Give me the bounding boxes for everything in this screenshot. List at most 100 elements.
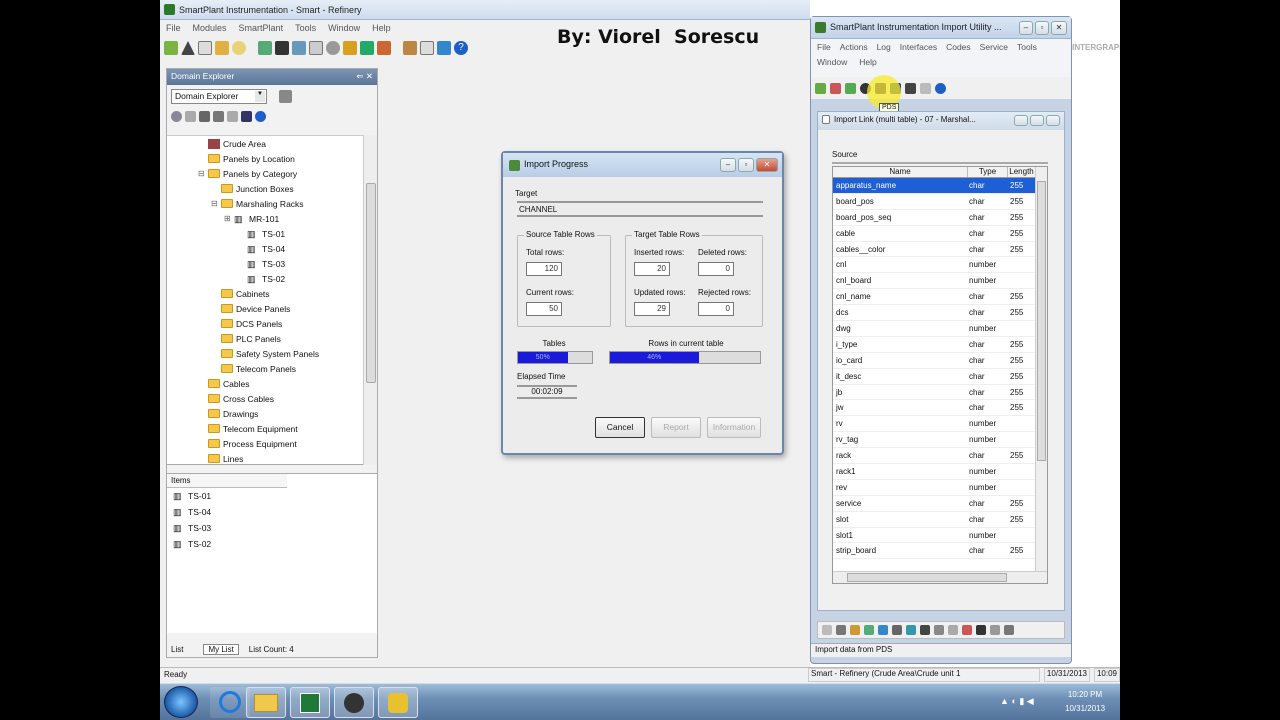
table-row[interactable]: rv_tag number — [833, 432, 1047, 449]
table-row[interactable]: board_pos char 255 — [833, 194, 1047, 210]
clipboard-icon[interactable] — [420, 41, 434, 55]
grid-vscroll[interactable] — [1035, 167, 1047, 571]
bottom-tool-icon[interactable] — [990, 625, 1000, 635]
iu-menu-codes[interactable]: Codes — [946, 42, 971, 52]
table-row[interactable]: io_card char 255 — [833, 353, 1047, 369]
ie-taskbar-icon[interactable] — [210, 687, 250, 718]
tree-scrollbar[interactable] — [363, 135, 377, 465]
col-length-header[interactable]: Length — [1007, 167, 1035, 177]
link-close-button[interactable] — [1046, 115, 1060, 126]
open-icon[interactable] — [815, 82, 826, 94]
table-row[interactable]: cables__color char 255 — [833, 242, 1047, 258]
tree-node[interactable]: Cables — [167, 376, 363, 391]
tree-node[interactable]: ▥ TS-02 — [167, 271, 363, 286]
book-icon[interactable] — [830, 82, 841, 94]
cancel-button[interactable]: Cancel — [595, 417, 645, 438]
explorer-dropdown[interactable]: Domain Explorer ▼ — [171, 89, 267, 104]
properties-icon[interactable] — [279, 90, 292, 103]
grid-icon[interactable] — [198, 41, 212, 55]
arrow-icon[interactable] — [360, 41, 374, 55]
bottom-tool-icon[interactable] — [962, 625, 972, 635]
iu-menu-window[interactable]: Window — [817, 57, 847, 67]
table-row[interactable]: i_type char 255 — [833, 337, 1047, 353]
upload-icon[interactable] — [181, 41, 195, 55]
bottom-tool-icon[interactable] — [836, 625, 846, 635]
menu-modules[interactable]: Modules — [193, 23, 227, 34]
iu-menu-file[interactable]: File — [817, 42, 831, 52]
tree-node[interactable]: ⊟ Marshaling Racks — [167, 196, 363, 211]
report-button[interactable]: Report — [651, 417, 701, 438]
tree-node[interactable]: Safety System Panels — [167, 346, 363, 361]
refresh-icon[interactable] — [292, 41, 306, 55]
list-item[interactable]: ▥ TS-04 — [167, 504, 377, 520]
copy-icon[interactable] — [920, 82, 931, 94]
tree-node[interactable]: Cabinets — [167, 286, 363, 301]
cycle-icon[interactable] — [232, 41, 246, 55]
col-name-header[interactable]: Name — [833, 167, 967, 177]
search-icon[interactable] — [215, 41, 229, 55]
table-row[interactable]: cnl number — [833, 257, 1047, 274]
grid-hscroll[interactable] — [833, 571, 1047, 583]
tools-icon[interactable] — [377, 41, 391, 55]
tree-node[interactable]: Process Equipment — [167, 436, 363, 451]
table-row[interactable]: slot1 number — [833, 528, 1047, 544]
list-item[interactable]: ▥ TS-03 — [167, 520, 377, 536]
iu-minimize-button[interactable]: ‒ — [1019, 20, 1033, 35]
table-row[interactable]: dcs char 255 — [833, 305, 1047, 322]
table-row[interactable]: strip_board char 255 — [833, 543, 1047, 560]
iu-maximize-button[interactable]: ▫ — [1035, 20, 1049, 35]
expander-icon[interactable]: ⊞ — [224, 214, 234, 223]
network-icon[interactable] — [275, 41, 289, 55]
menu-tools[interactable]: Tools — [295, 23, 316, 34]
tab-my-list[interactable]: My List — [203, 643, 239, 655]
information-button[interactable]: Information — [707, 417, 761, 438]
iu-menu-interfaces[interactable]: Interfaces — [900, 42, 937, 52]
person-icon[interactable] — [258, 41, 272, 55]
bottom-tool-icon[interactable] — [934, 625, 944, 635]
tree-icon[interactable] — [185, 110, 196, 122]
link-minimize-button[interactable] — [1014, 115, 1028, 126]
chart-icon[interactable] — [403, 41, 417, 55]
bottom-tool-icon[interactable] — [878, 625, 888, 635]
bottom-tool-icon[interactable] — [976, 625, 986, 635]
table-row[interactable]: board_pos_seq char 255 — [833, 210, 1047, 226]
filter-icon[interactable] — [437, 41, 451, 55]
wand-icon[interactable] — [905, 82, 916, 94]
filter2-icon[interactable] — [199, 110, 210, 122]
tray-clock[interactable]: 10:20 PM 10/31/2013 — [1065, 688, 1105, 716]
tree-node[interactable]: ⊞ ▥ MR-101 — [167, 211, 363, 226]
link-maximize-button[interactable] — [1030, 115, 1044, 126]
help2-icon[interactable] — [255, 110, 266, 122]
bottom-tool-icon[interactable] — [906, 625, 916, 635]
table-row[interactable]: service char 255 — [833, 496, 1047, 512]
doc-icon[interactable] — [309, 41, 323, 55]
tree-node[interactable]: ▥ TS-01 — [167, 226, 363, 241]
close-button[interactable]: ✕ — [756, 158, 778, 172]
bottom-tool-icon[interactable] — [948, 625, 958, 635]
table-row[interactable]: dwg number — [833, 321, 1047, 337]
tree-node[interactable]: ▥ TS-04 — [167, 241, 363, 256]
table-row[interactable]: rv number — [833, 416, 1047, 433]
new-icon[interactable] — [164, 41, 178, 55]
table-icon[interactable] — [845, 82, 856, 94]
tree-node[interactable]: PLC Panels — [167, 331, 363, 346]
tree-node[interactable]: Lines — [167, 451, 363, 464]
iu-menu-service[interactable]: Service — [980, 42, 1008, 52]
table-row[interactable]: rev number — [833, 480, 1047, 496]
spi-taskbar-icon[interactable] — [378, 687, 418, 718]
bottom-tool-icon[interactable] — [892, 625, 902, 635]
tray-icons[interactable]: ▲ ◐ ▮ ◀ — [1000, 696, 1034, 707]
tree-node[interactable]: DCS Panels — [167, 316, 363, 331]
col-type-header[interactable]: Type — [967, 167, 1007, 177]
tab-list[interactable]: List — [171, 645, 183, 654]
table-row[interactable]: apparatus_name char 255 — [833, 178, 1047, 194]
find-icon[interactable] — [171, 110, 182, 122]
table-row[interactable]: cnl_name char 255 — [833, 289, 1047, 306]
table-row[interactable]: jb char 255 — [833, 385, 1047, 401]
list-item[interactable]: ▥ TS-01 — [167, 488, 377, 504]
table-row[interactable]: cable char 255 — [833, 226, 1047, 242]
tree-node[interactable]: Crude Area — [167, 136, 363, 151]
iu-close-button[interactable]: ✕ — [1051, 20, 1067, 35]
tree-node[interactable]: Junction Boxes — [167, 181, 363, 196]
iu-menu-help[interactable]: Help — [859, 57, 876, 67]
